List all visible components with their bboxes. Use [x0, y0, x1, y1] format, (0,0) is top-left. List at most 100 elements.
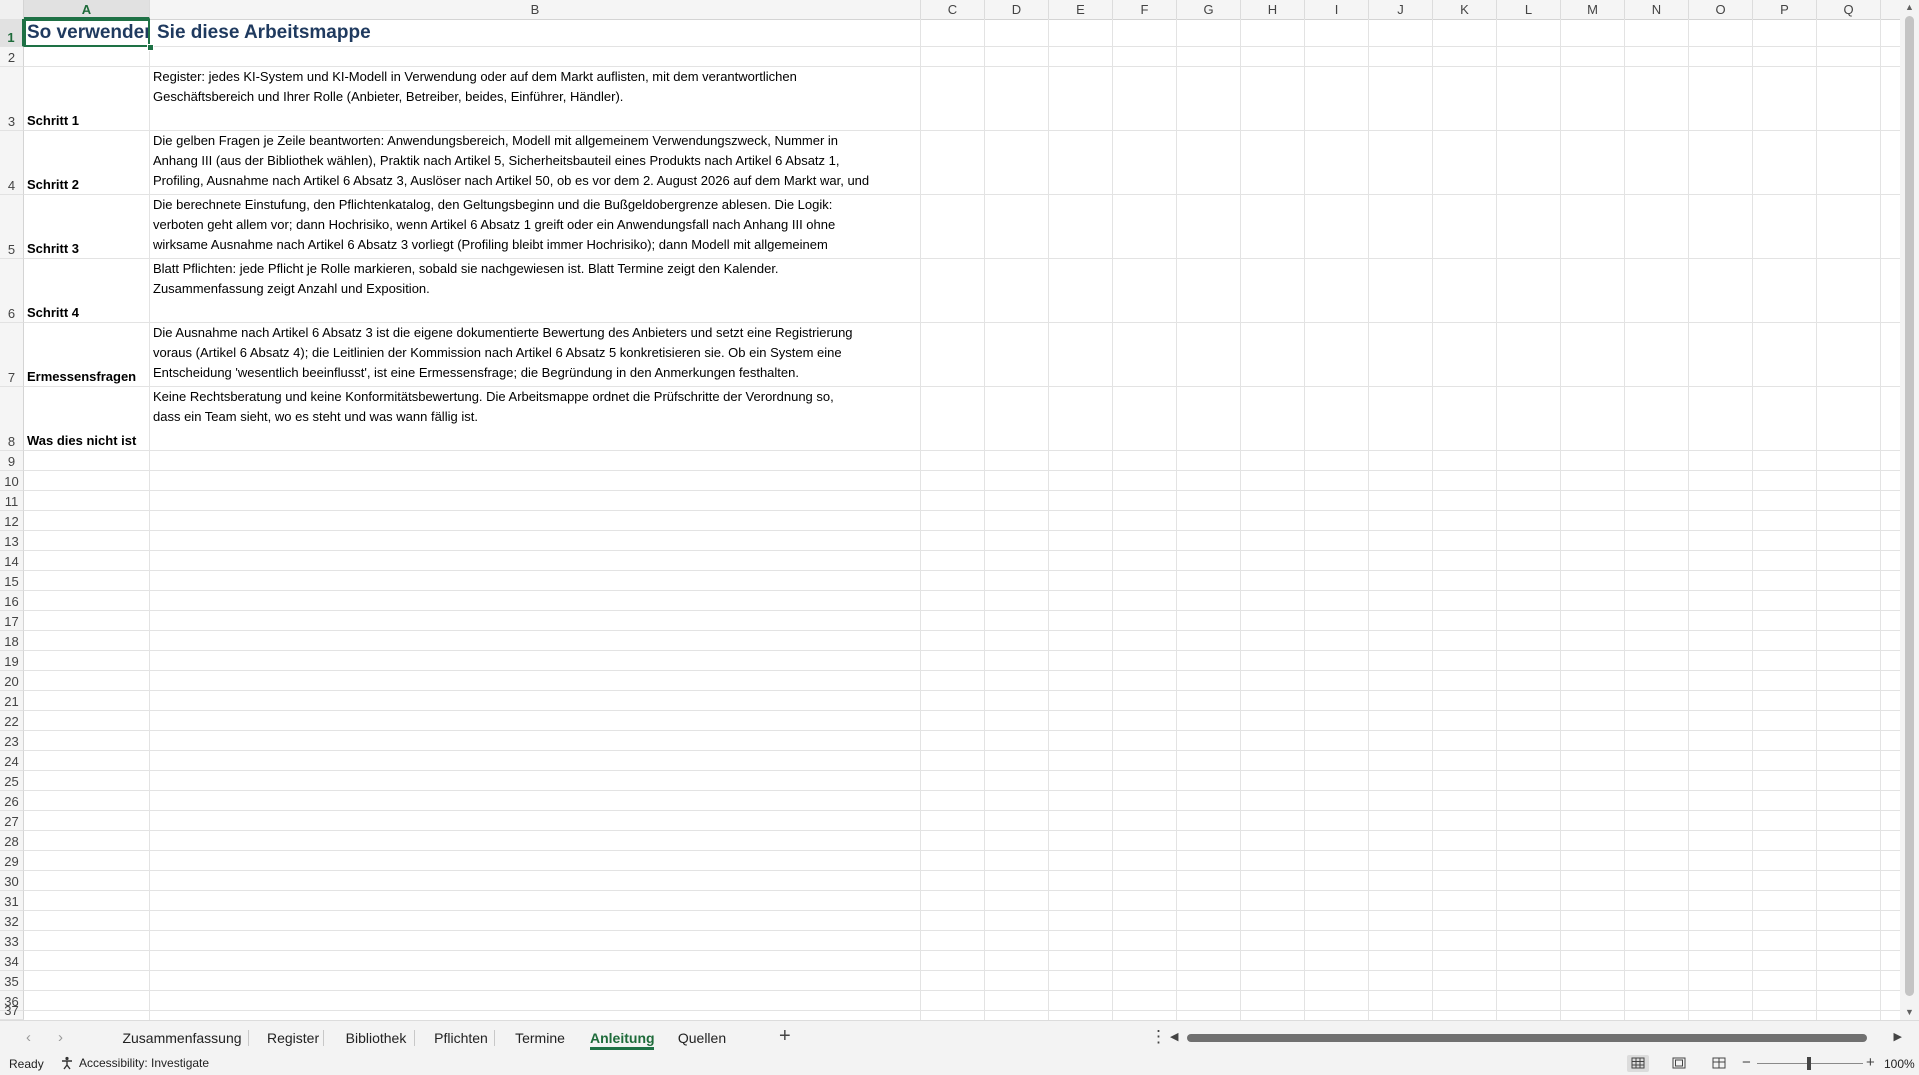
column-header-k[interactable]: K [1433, 0, 1497, 19]
column-header-a[interactable]: A [24, 0, 150, 19]
column-header-e[interactable]: E [1049, 0, 1113, 19]
row-header-11[interactable]: 11 [0, 491, 24, 511]
page-layout-view-button[interactable] [1668, 1055, 1690, 1072]
sheet-tab-register[interactable]: Register [267, 1027, 319, 1049]
column-header-o[interactable]: O [1689, 0, 1753, 19]
column-header-m[interactable]: M [1561, 0, 1625, 19]
column-header-f[interactable]: F [1113, 0, 1177, 19]
zoom-out-button[interactable]: − [1742, 1054, 1751, 1071]
gridline-column [1752, 19, 1753, 1020]
row-header-35[interactable]: 35 [0, 971, 24, 991]
title-cell-a1[interactable]: So verwenden [27, 22, 148, 44]
row-header-19[interactable]: 19 [0, 651, 24, 671]
normal-view-button[interactable] [1627, 1055, 1649, 1072]
row-header-7[interactable]: 7 [0, 323, 24, 387]
instruction-text-cell[interactable]: Die Ausnahme nach Artikel 6 Absatz 3 ist… [153, 323, 918, 386]
instruction-text-cell[interactable]: Register: jedes KI-System und KI-Modell … [153, 67, 918, 130]
more-options-icon[interactable]: ⋮ [1150, 1027, 1167, 1047]
row-header-8[interactable]: 8 [0, 387, 24, 451]
gridline-row [24, 450, 1900, 451]
step-label-cell[interactable]: Schritt 4 [27, 305, 79, 320]
vertical-scrollbar[interactable]: ▲ ▼ [1900, 0, 1919, 1020]
row-header-12[interactable]: 12 [0, 511, 24, 531]
step-label-cell[interactable]: Schritt 2 [27, 177, 79, 192]
row-header-26[interactable]: 26 [0, 791, 24, 811]
scroll-down-icon[interactable]: ▼ [1900, 1005, 1919, 1019]
select-all-corner[interactable] [0, 0, 24, 19]
row-header-25[interactable]: 25 [0, 771, 24, 791]
column-header-j[interactable]: J [1369, 0, 1433, 19]
column-header-h[interactable]: H [1241, 0, 1305, 19]
row-header-30[interactable]: 30 [0, 871, 24, 891]
instruction-text-cell[interactable]: Die gelben Fragen je Zeile beantworten: … [153, 131, 918, 194]
column-header-p[interactable]: P [1753, 0, 1817, 19]
column-header-d[interactable]: D [985, 0, 1049, 19]
row-header-21[interactable]: 21 [0, 691, 24, 711]
row-header-4[interactable]: 4 [0, 131, 24, 195]
row-header-17[interactable]: 17 [0, 611, 24, 631]
row-header-14[interactable]: 14 [0, 551, 24, 571]
gridline-row [24, 830, 1900, 831]
chevron-right-icon[interactable]: › [58, 1029, 63, 1046]
fill-handle[interactable] [147, 44, 154, 51]
sheet-tab-anleitung[interactable]: Anleitung [590, 1027, 655, 1050]
column-header-i[interactable]: I [1305, 0, 1369, 19]
instruction-text-cell[interactable]: Keine Rechtsberatung und keine Konformit… [153, 387, 918, 450]
row-header-29[interactable]: 29 [0, 851, 24, 871]
scroll-right-icon[interactable]: ▶ [1894, 1030, 1902, 1043]
instruction-text-cell[interactable]: Blatt Pflichten: jede Pflicht je Rolle m… [153, 259, 918, 322]
row-header-10[interactable]: 10 [0, 471, 24, 491]
step-label-cell[interactable]: Was dies nicht ist [27, 433, 136, 448]
row-header-16[interactable]: 16 [0, 591, 24, 611]
column-header-n[interactable]: N [1625, 0, 1689, 19]
sheet-tab-bibliothek[interactable]: Bibliothek [344, 1027, 408, 1049]
column-header-q[interactable]: Q [1817, 0, 1881, 19]
accessibility-status[interactable]: Accessibility: Investigate [60, 1056, 209, 1070]
horizontal-scrollbar[interactable]: ◀ ▶ [1170, 1030, 1902, 1043]
row-header-23[interactable]: 23 [0, 731, 24, 751]
row-header-20[interactable]: 20 [0, 671, 24, 691]
row-header-37[interactable]: 37 [0, 1003, 24, 1020]
instruction-line: Die gelben Fragen je Zeile beantworten: … [153, 133, 839, 148]
scroll-up-icon[interactable]: ▲ [1900, 0, 1919, 14]
row-header-28[interactable]: 28 [0, 831, 24, 851]
page-break-view-button[interactable] [1708, 1055, 1730, 1072]
row-header-2[interactable]: 2 [0, 47, 24, 67]
row-header-9[interactable]: 9 [0, 451, 24, 471]
row-header-13[interactable]: 13 [0, 531, 24, 551]
row-header-24[interactable]: 24 [0, 751, 24, 771]
row-header-15[interactable]: 15 [0, 571, 24, 591]
column-header-c[interactable]: C [921, 0, 985, 19]
zoom-level[interactable]: 100% [1884, 1057, 1915, 1071]
row-header-1[interactable]: 1 [0, 19, 24, 47]
column-header-b[interactable]: B [150, 0, 921, 19]
vertical-scroll-thumb[interactable] [1905, 16, 1914, 996]
step-label-cell[interactable]: Schritt 3 [27, 241, 79, 256]
scroll-left-icon[interactable]: ◀ [1170, 1030, 1178, 1043]
row-header-22[interactable]: 22 [0, 711, 24, 731]
row-header-31[interactable]: 31 [0, 891, 24, 911]
column-header-l[interactable]: L [1497, 0, 1561, 19]
row-header-3[interactable]: 3 [0, 67, 24, 131]
row-header-6[interactable]: 6 [0, 259, 24, 323]
sheet-tab-quellen[interactable]: Quellen [677, 1027, 727, 1049]
row-header-33[interactable]: 33 [0, 931, 24, 951]
sheet-tab-termine[interactable]: Termine [514, 1027, 566, 1049]
row-header-27[interactable]: 27 [0, 811, 24, 831]
spreadsheet-grid[interactable]: ABCDEFGHIJKLMNOPQ 1 2 3 4 5 6 7 8 9 10 11 12 13 14 15 1… [0, 0, 1900, 1020]
row-header-32[interactable]: 32 [0, 911, 24, 931]
step-label-cell[interactable]: Ermessensfragen [27, 369, 136, 384]
zoom-in-button[interactable]: + [1866, 1054, 1875, 1071]
sheet-tab-zusammenfassung[interactable]: Zusammenfassung [122, 1027, 242, 1049]
row-header-5[interactable]: 5 [0, 195, 24, 259]
add-sheet-icon[interactable]: + [779, 1025, 791, 1048]
sheet-tab-pflichten[interactable]: Pflichten [434, 1027, 488, 1049]
chevron-left-icon[interactable]: ‹ [26, 1029, 31, 1046]
row-header-34[interactable]: 34 [0, 951, 24, 971]
column-header-g[interactable]: G [1177, 0, 1241, 19]
step-label-cell[interactable]: Schritt 1 [27, 113, 79, 128]
horizontal-scroll-thumb[interactable] [1187, 1034, 1867, 1042]
instruction-text-cell[interactable]: Die berechnete Einstufung, den Pflichten… [153, 195, 918, 258]
zoom-slider-thumb[interactable] [1807, 1057, 1811, 1070]
row-header-18[interactable]: 18 [0, 631, 24, 651]
